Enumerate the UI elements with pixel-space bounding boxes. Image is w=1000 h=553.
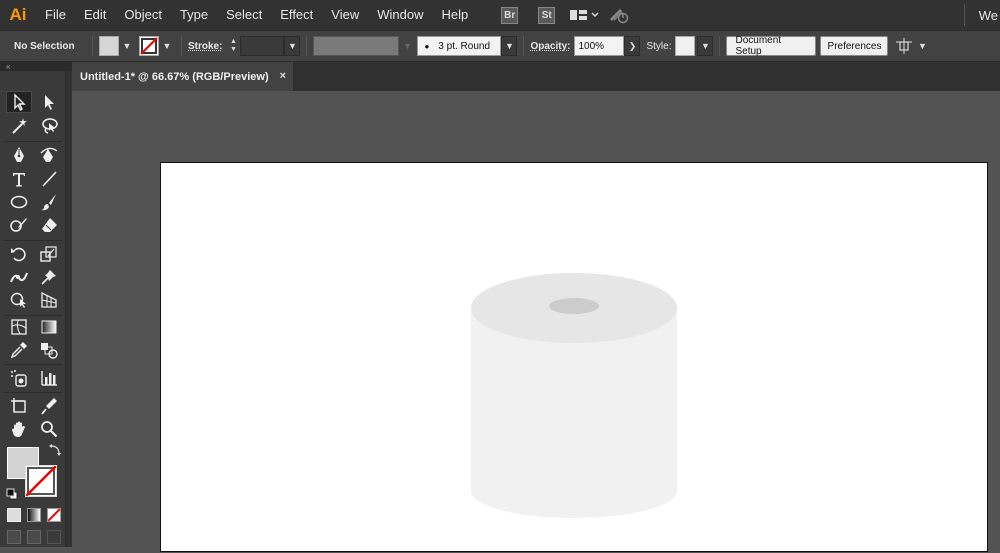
opacity-arrow-icon[interactable]: ❯ (624, 36, 641, 56)
eraser-tool-icon[interactable] (36, 214, 62, 236)
preferences-button[interactable]: Preferences (820, 36, 889, 56)
variable-width-profile[interactable] (313, 36, 400, 56)
shape-builder-tool-icon[interactable] (6, 289, 32, 311)
canvas-area[interactable] (72, 91, 1000, 552)
workspace-switcher[interactable]: We (979, 8, 1000, 23)
graphic-style-swatch[interactable] (675, 36, 696, 56)
swap-fill-stroke-icon[interactable] (48, 443, 62, 457)
lasso-tool-icon[interactable] (36, 115, 62, 137)
perspective-grid-tool-icon[interactable] (36, 289, 62, 311)
stroke-dropdown-icon[interactable]: ▼ (159, 36, 175, 56)
ellipse-tool-icon[interactable] (6, 191, 32, 213)
shaper-tool-icon[interactable] (6, 214, 32, 236)
gradient-tool-icon[interactable] (36, 316, 62, 338)
mesh-tool-icon[interactable] (6, 316, 32, 338)
document-tab-title: Untitled-1* @ 66.67% (RGB/Preview) (80, 70, 269, 83)
artboard[interactable] (160, 162, 988, 552)
menu-effect[interactable]: Effect (271, 0, 322, 30)
gradient-mode-icon[interactable] (27, 508, 41, 522)
align-options-dropdown-icon[interactable]: ▼ (914, 36, 930, 56)
menu-bar: Ai File Edit Object Type Select Effect V… (0, 0, 1000, 30)
close-icon[interactable]: × (280, 62, 286, 91)
stroke-weight-stepper[interactable]: ▲ ▼ (226, 36, 240, 56)
menu-window[interactable]: Window (368, 0, 432, 30)
style-label: Style: (646, 40, 672, 52)
arrange-documents-icon[interactable] (569, 8, 599, 22)
draw-behind-icon[interactable] (27, 530, 41, 544)
width-tool-icon[interactable] (6, 266, 32, 288)
menu-edit[interactable]: Edit (75, 0, 115, 30)
document-tab-bar: Untitled-1* @ 66.67% (RGB/Preview) × (72, 62, 1000, 91)
type-tool-icon[interactable] (6, 168, 32, 190)
draw-inside-icon[interactable] (47, 530, 61, 544)
brush-value: 3 pt. Round (438, 40, 491, 52)
stock-button[interactable]: St (538, 6, 556, 24)
brush-dot-icon: ● (424, 41, 430, 51)
draw-normal-icon[interactable] (7, 530, 21, 544)
default-fill-stroke-icon[interactable] (6, 487, 18, 500)
opacity-field[interactable]: 100% (574, 36, 625, 56)
control-bar: No Selection ▼ ▼ Stroke: ▲ ▼ ▼ ▼ ● 3 pt. … (0, 30, 1000, 62)
align-options-icon[interactable] (896, 38, 914, 54)
magic-wand-tool-icon[interactable] (6, 115, 32, 137)
menu-view[interactable]: View (322, 0, 368, 30)
line-segment-tool-icon[interactable] (36, 168, 62, 190)
bridge-button[interactable]: Br (501, 6, 519, 24)
symbol-sprayer-tool-icon[interactable] (6, 367, 32, 389)
tools-panel (0, 71, 66, 547)
app-logo: Ai (9, 5, 27, 24)
puppet-warp-tool-icon[interactable] (36, 266, 62, 288)
menu-object[interactable]: Object (115, 0, 171, 30)
stroke-weight-dropdown-icon[interactable]: ▼ (284, 36, 301, 56)
hand-tool-icon[interactable] (6, 418, 32, 440)
brush-dropdown-icon[interactable]: ▼ (501, 36, 518, 56)
variable-width-dropdown-icon[interactable]: ▼ (399, 36, 415, 56)
opacity-value: 100% (578, 40, 605, 52)
direct-selection-tool-icon[interactable] (36, 91, 62, 113)
cylinder-artwork[interactable] (161, 163, 989, 553)
color-mode-icon[interactable] (7, 508, 21, 522)
opacity-label: Opacity: (530, 40, 571, 52)
paintbrush-tool-icon[interactable] (36, 191, 62, 213)
slice-tool-icon[interactable] (36, 395, 62, 417)
menu-help[interactable]: Help (432, 0, 477, 30)
document-tab[interactable]: Untitled-1* @ 66.67% (RGB/Preview) × (72, 62, 293, 91)
cylinder-hole (549, 298, 599, 314)
blend-tool-icon[interactable] (36, 339, 62, 361)
scale-tool-icon[interactable] (36, 243, 62, 265)
selection-tool-icon[interactable] (6, 91, 32, 113)
collapse-toolbar-icon[interactable]: « (0, 62, 72, 71)
stroke-label: Stroke: (188, 40, 223, 52)
document-setup-button[interactable]: Document Setup (726, 35, 817, 57)
rotate-tool-icon[interactable] (6, 243, 32, 265)
curvature-tool-icon[interactable] (36, 144, 62, 166)
stroke-swatch[interactable] (139, 36, 159, 56)
artboard-tool-icon[interactable] (6, 395, 32, 417)
fill-swatch[interactable] (99, 36, 119, 56)
pen-tool-icon[interactable] (6, 144, 32, 166)
style-dropdown-icon[interactable]: ▼ (697, 36, 714, 56)
menu-select[interactable]: Select (217, 0, 271, 30)
stroke-weight-field[interactable] (240, 36, 285, 56)
fill-dropdown-icon[interactable]: ▼ (119, 36, 135, 56)
stroke-color-box[interactable] (25, 465, 57, 497)
column-graph-tool-icon[interactable] (36, 367, 62, 389)
selection-status: No Selection (14, 40, 75, 52)
menu-file[interactable]: File (36, 0, 75, 30)
none-mode-icon[interactable] (47, 508, 61, 522)
brush-definition[interactable]: ● 3 pt. Round (417, 36, 502, 56)
gpu-performance-icon[interactable] (609, 6, 631, 24)
menu-type[interactable]: Type (171, 0, 217, 30)
eyedropper-tool-icon[interactable] (6, 339, 32, 361)
zoom-tool-icon[interactable] (36, 418, 62, 440)
